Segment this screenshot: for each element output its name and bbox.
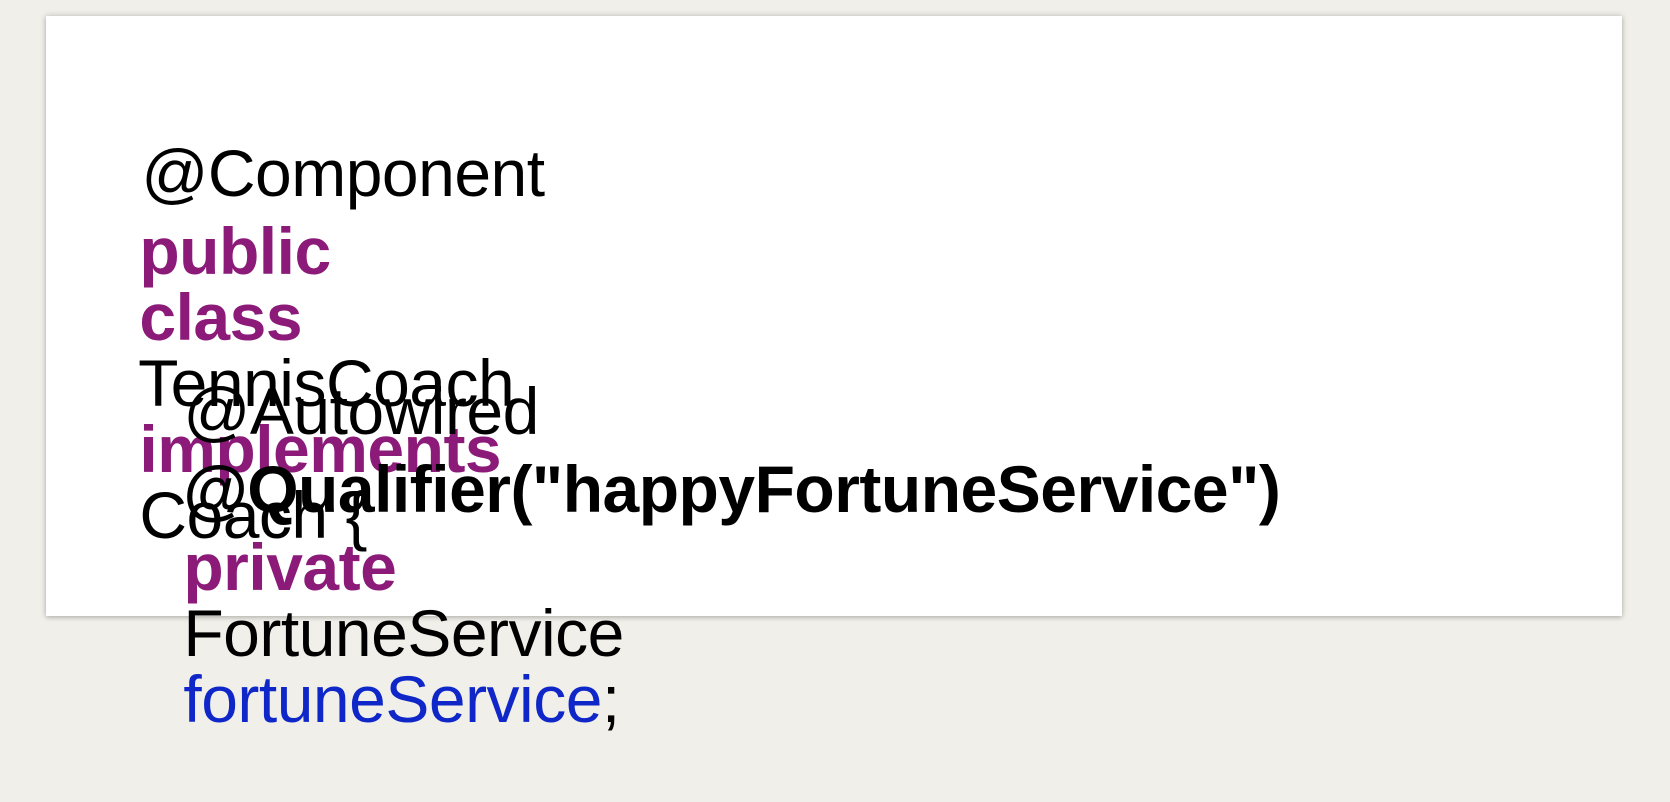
code-slide-panel: @Component public class TennisCoach impl… xyxy=(46,16,1622,732)
field-type: FortuneService xyxy=(183,596,624,670)
statement-terminator: ; xyxy=(601,662,620,736)
keyword-private: private xyxy=(183,530,397,604)
field-name: fortuneService xyxy=(183,662,602,736)
keyword-public: public xyxy=(139,214,331,288)
code-line-field-declaration: private FortuneService fortuneService; xyxy=(112,468,624,798)
